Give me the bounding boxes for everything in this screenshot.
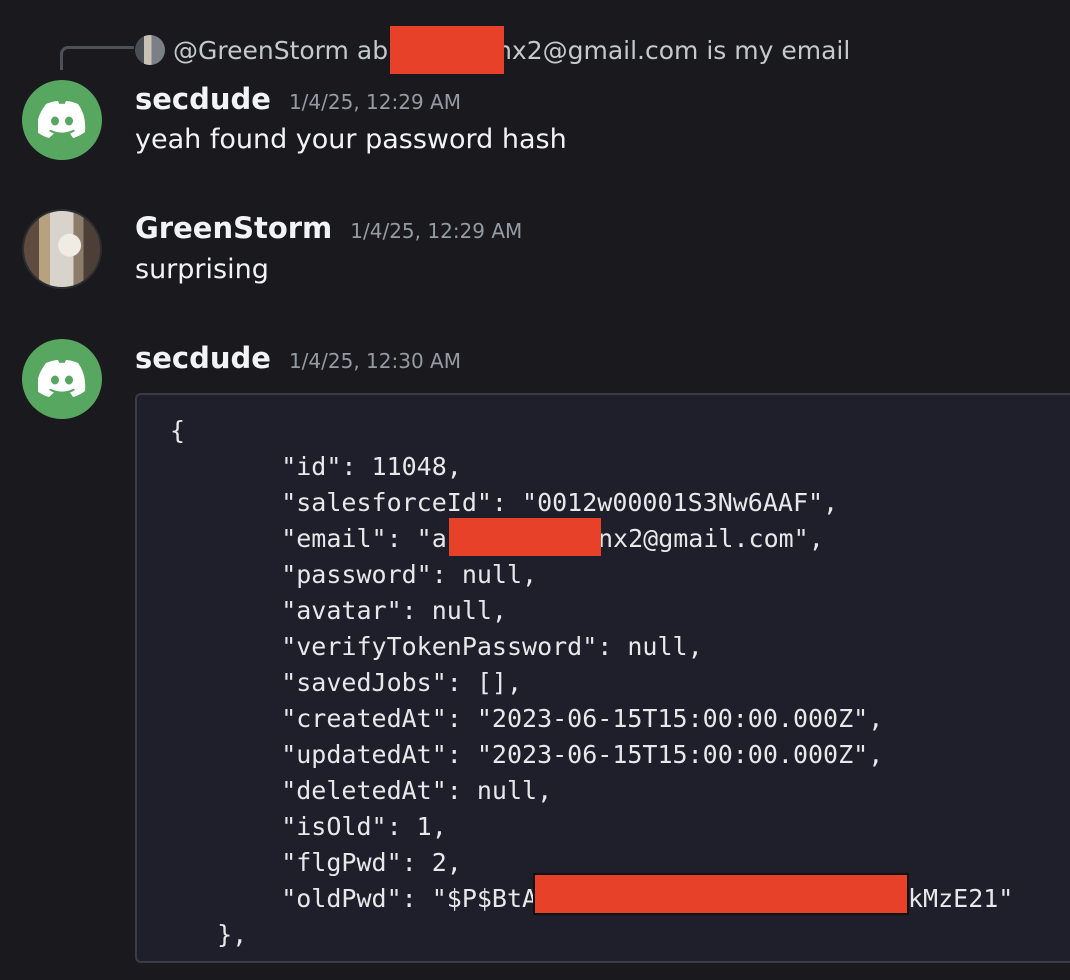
code-line: "password": null, xyxy=(221,560,538,589)
message-header: secdude 1/4/25, 12:29 AM xyxy=(135,82,461,116)
message-header: GreenStorm 1/4/25, 12:29 AM xyxy=(135,211,522,245)
timestamp: 1/4/25, 12:29 AM xyxy=(350,219,523,243)
code-line: "isOld": 1, xyxy=(221,812,447,841)
cat-photo-avatar[interactable] xyxy=(22,209,102,289)
chat-panel: @GreenStorm ab nx2@gmail.com is my email … xyxy=(0,0,1070,980)
reply-connector-line xyxy=(60,46,134,70)
code-line: "email": "ab xyxy=(221,524,462,553)
reply-username[interactable]: @GreenStorm xyxy=(173,36,349,65)
username[interactable]: GreenStorm xyxy=(135,211,332,245)
reply-text-suffix: nx2@gmail.com is my email xyxy=(496,35,851,65)
code-line: "updatedAt": "2023-06-15T15:00:00.000Z", xyxy=(221,740,884,769)
timestamp: 1/4/25, 12:30 AM xyxy=(288,349,461,373)
code-line: "verifyTokenPassword": null, xyxy=(221,632,703,661)
message-text: surprising xyxy=(135,254,269,285)
code-line: "deletedAt": null, xyxy=(221,776,553,805)
message-header: secdude 1/4/25, 12:30 AM xyxy=(135,341,461,375)
email-redaction-box xyxy=(449,518,601,556)
username[interactable]: secdude xyxy=(135,341,271,375)
reply-avatar xyxy=(135,35,165,65)
code-line: "avatar": null, xyxy=(221,596,507,625)
code-line: "flgPwd": 2, xyxy=(221,848,462,877)
code-line: "createdAt": "2023-06-15T15:00:00.000Z", xyxy=(221,704,884,733)
reply-redaction-box xyxy=(390,26,504,74)
code-line-oldpwd-suffix: kMzE21" xyxy=(908,884,1014,913)
code-line: }, xyxy=(187,920,248,949)
code-line-email-suffix: nx2@gmail.com", xyxy=(598,524,824,553)
discord-logo-icon[interactable] xyxy=(22,339,102,419)
code-line: "savedJobs": [], xyxy=(221,668,523,697)
code-line: "oldPwd": "$P$BtA xyxy=(221,884,538,913)
code-line: { xyxy=(170,416,186,445)
username[interactable]: secdude xyxy=(135,82,271,116)
discord-logo-icon[interactable] xyxy=(22,80,102,160)
code-line: "id": 11048, xyxy=(221,452,462,481)
reply-text-prefix: ab xyxy=(356,35,389,65)
message-text: yeah found your password hash xyxy=(135,124,567,155)
code-line: "salesforceId": "0012w00001S3Nw6AAF", xyxy=(221,488,839,517)
password-redaction-box xyxy=(533,873,909,915)
timestamp: 1/4/25, 12:29 AM xyxy=(288,90,461,114)
code-block[interactable]: { "id": 11048, "salesforceId": "0012w000… xyxy=(135,393,1070,963)
